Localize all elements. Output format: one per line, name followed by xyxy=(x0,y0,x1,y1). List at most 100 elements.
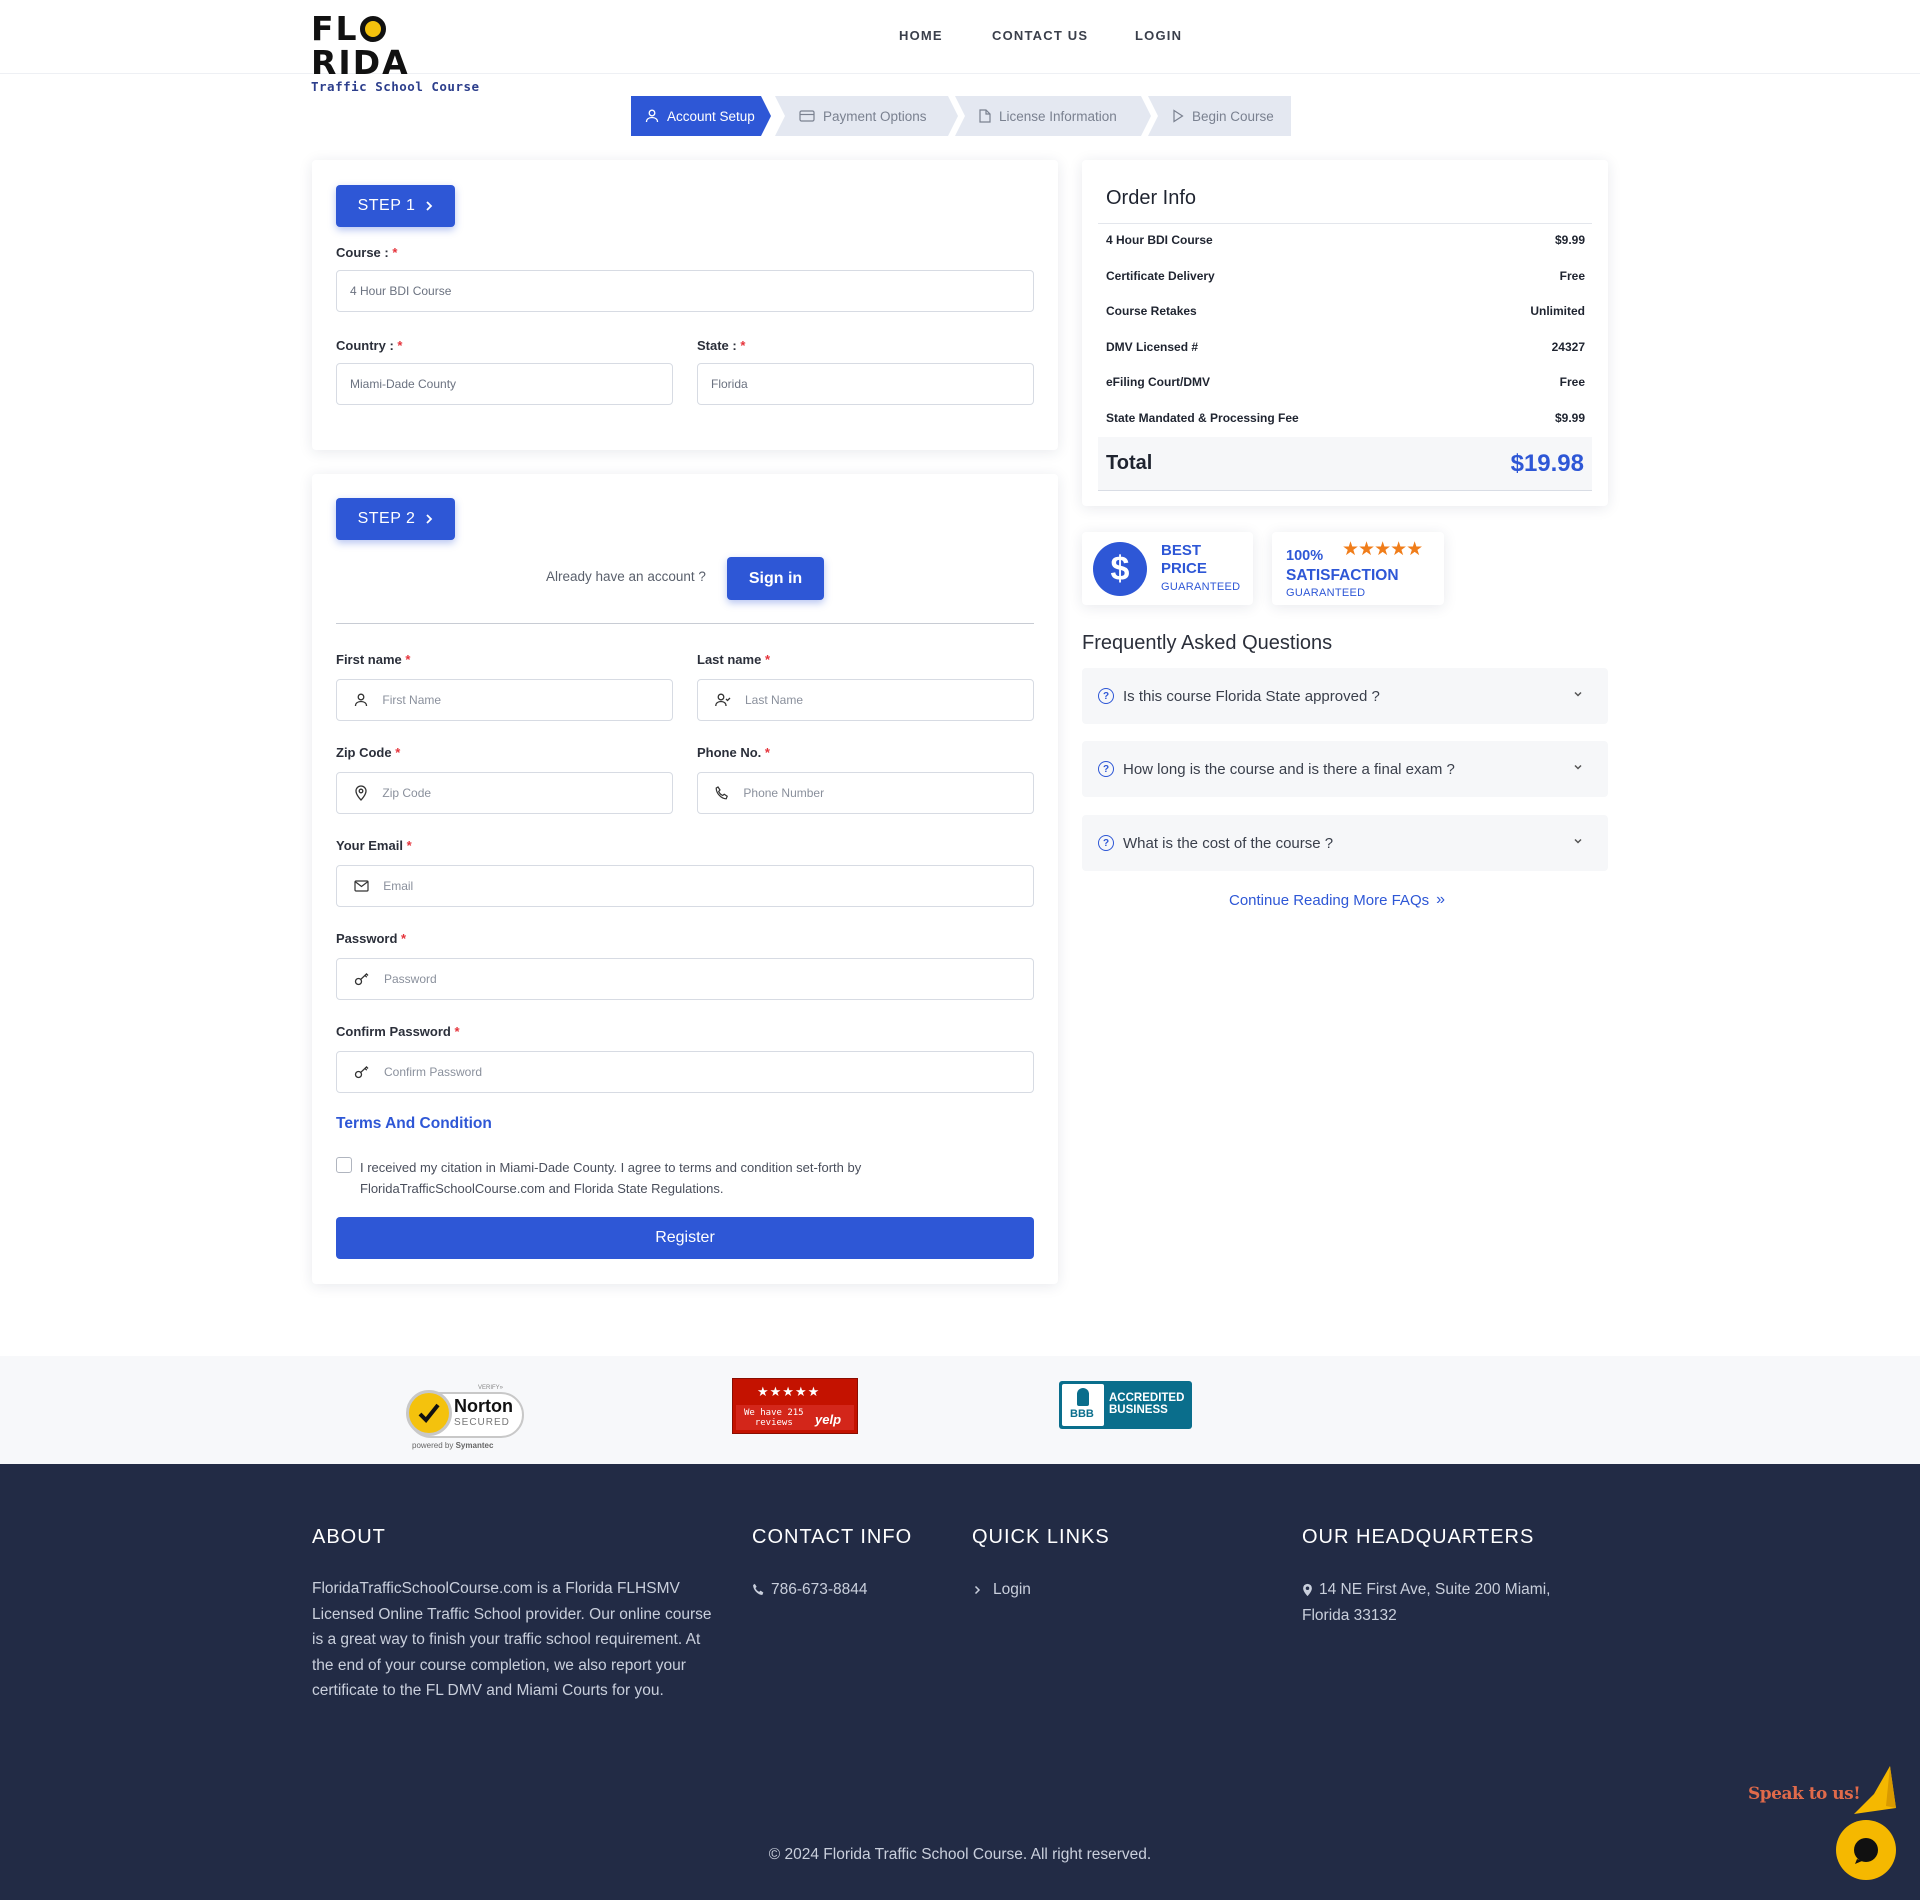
yelp-badge[interactable]: ★★★★★ We have 215 reviews yelp xyxy=(732,1378,858,1434)
question-icon: ? xyxy=(1098,761,1114,777)
confirm-password-input[interactable] xyxy=(384,1065,1033,1079)
key-icon xyxy=(354,1064,370,1080)
state-input[interactable] xyxy=(711,377,1033,391)
nav-home[interactable]: HOME xyxy=(899,28,943,43)
step2-button[interactable]: STEP 2 xyxy=(336,498,455,540)
site-logo[interactable]: FLRIDA Traffic School Course xyxy=(311,12,481,94)
logo-subtitle: Traffic School Course xyxy=(311,79,480,94)
terms-checkbox[interactable] xyxy=(336,1157,352,1173)
phone-icon xyxy=(753,1584,764,1596)
key-icon xyxy=(354,971,370,987)
yelp-stars-icon: ★★★★★ xyxy=(757,1384,821,1399)
phone-icon xyxy=(715,785,729,801)
step1-button[interactable]: STEP 1 xyxy=(336,185,455,227)
course-input[interactable] xyxy=(350,284,1033,298)
password-label: Password * xyxy=(336,931,407,946)
faq-question: How long is the course and is there a fi… xyxy=(1123,760,1455,778)
norton-secured: SECURED xyxy=(454,1417,510,1428)
footer-hq-title: OUR HEADQUARTERS xyxy=(1302,1526,1535,1548)
speak-to-us-label[interactable]: Speak to us! xyxy=(1748,1784,1861,1804)
state-field[interactable] xyxy=(697,363,1034,405)
star-rating-icon: ★★★★★ xyxy=(1342,539,1423,560)
first-name-field[interactable] xyxy=(336,679,673,721)
faq-item[interactable]: ? What is the cost of the course ? xyxy=(1082,815,1608,871)
norton-verify: VERIFY» xyxy=(478,1385,504,1391)
phone-input[interactable] xyxy=(743,786,1033,800)
phone-field[interactable] xyxy=(697,772,1034,814)
chat-button[interactable] xyxy=(1836,1820,1896,1880)
nav-login[interactable]: LOGIN xyxy=(1135,28,1182,43)
zip-field[interactable] xyxy=(336,772,673,814)
site-footer xyxy=(0,1464,1920,1900)
faq-question: Is this course Florida State approved ? xyxy=(1123,687,1380,705)
yelp-review-count: We have 215 reviews xyxy=(744,1408,804,1428)
step-begin-course-label: Begin Course xyxy=(1192,108,1274,124)
faq-item[interactable]: ? Is this course Florida State approved … xyxy=(1082,668,1608,724)
order-row: DMV Licensed #24327 xyxy=(1106,340,1585,354)
yelp-logo: yelp xyxy=(815,1412,842,1427)
bbb-torch-icon xyxy=(1077,1388,1089,1406)
best-price-badge: $ BEST PRICE GUARANTEED xyxy=(1082,532,1253,605)
order-total-row: Total $19.98 xyxy=(1098,437,1592,491)
user-check-icon xyxy=(715,692,731,708)
footer-login-link[interactable]: Login xyxy=(974,1577,1031,1603)
envelope-icon xyxy=(354,878,369,894)
country-field[interactable] xyxy=(336,363,673,405)
terms-title[interactable]: Terms And Condition xyxy=(336,1115,492,1133)
norton-name: Norton xyxy=(454,1396,513,1416)
satisfaction-percent: 100% xyxy=(1286,548,1324,564)
footer-about-text: FloridaTrafficSchoolCourse.com is a Flor… xyxy=(312,1580,712,1699)
bbb-logo-box: BBB xyxy=(1062,1384,1104,1426)
trust-badges-bar xyxy=(0,1356,1920,1464)
question-icon: ? xyxy=(1098,688,1114,704)
bbb-badge[interactable]: BBB ACCREDITED BUSINESS xyxy=(1059,1381,1192,1429)
nav-contact-us[interactable]: CONTACT US xyxy=(992,28,1088,43)
order-row: Certificate Delivery Free xyxy=(1106,269,1585,283)
play-icon xyxy=(1173,109,1184,123)
step-license-information[interactable]: License Information xyxy=(965,96,1117,136)
sign-in-button[interactable]: Sign in xyxy=(727,557,824,600)
step-license-information-label: License Information xyxy=(999,108,1117,124)
first-name-input[interactable] xyxy=(382,693,672,707)
more-faqs-link[interactable]: Continue Reading More FAQs » xyxy=(1229,891,1445,909)
confirm-password-field[interactable] xyxy=(336,1051,1034,1093)
footer-links-title: QUICK LINKS xyxy=(972,1526,1110,1548)
footer-login-label: Login xyxy=(993,1581,1031,1598)
terms-text: I received my citation in Miami-Dade Cou… xyxy=(360,1157,861,1199)
last-name-field[interactable] xyxy=(697,679,1034,721)
register-button[interactable]: Register xyxy=(336,1217,1034,1259)
norton-powered: powered by Symantec xyxy=(412,1441,494,1450)
state-label: State : * xyxy=(697,338,746,353)
terms-text-line-2: FloridaTrafficSchoolCourse.com and Flori… xyxy=(360,1181,724,1196)
step-payment-options-label: Payment Options xyxy=(823,108,927,124)
step-payment-options[interactable]: Payment Options xyxy=(785,96,927,136)
already-account-text: Already have an account ? xyxy=(546,569,706,584)
footer-about-title: ABOUT xyxy=(312,1526,386,1548)
order-row: 4 Hour BDI Course $9.99 xyxy=(1106,233,1585,247)
satisfaction-label: SATISFACTION xyxy=(1286,567,1399,584)
step-account-setup[interactable]: Account Setup xyxy=(631,96,761,136)
last-name-input[interactable] xyxy=(745,693,1033,707)
zip-label: Zip Code * xyxy=(336,745,401,760)
phone-label: Phone No. * xyxy=(697,745,770,760)
course-field[interactable] xyxy=(336,270,1034,312)
order-row: Course Retakes Unlimited xyxy=(1106,304,1585,318)
order-row: eFiling Court/DMV Free xyxy=(1106,375,1585,389)
order-info-divider xyxy=(1098,223,1592,224)
password-field[interactable] xyxy=(336,958,1034,1000)
email-input[interactable] xyxy=(383,879,1033,893)
last-name-label: Last name * xyxy=(697,652,770,667)
site-header: FLRIDA Traffic School Course HOME CONTAC… xyxy=(0,0,1920,94)
zip-input[interactable] xyxy=(382,786,672,800)
chat-bubble-icon xyxy=(1854,1838,1878,1864)
step-begin-course[interactable]: Begin Course xyxy=(1158,96,1274,136)
chat-arrow-icon xyxy=(1854,1766,1896,1814)
country-input[interactable] xyxy=(350,377,672,391)
satisfaction-badge: ★★★★★ 100% SATISFACTION GUARANTEED xyxy=(1272,532,1444,605)
email-field[interactable] xyxy=(336,865,1034,907)
norton-badge[interactable]: VERIFY» Norton SECURED powered by Symant… xyxy=(406,1385,526,1451)
password-input[interactable] xyxy=(384,972,1033,986)
faq-item[interactable]: ? How long is the course and is there a … xyxy=(1082,741,1608,797)
dollar-icon: $ xyxy=(1093,542,1147,596)
footer-phone[interactable]: 786-673-8844 xyxy=(752,1577,868,1603)
